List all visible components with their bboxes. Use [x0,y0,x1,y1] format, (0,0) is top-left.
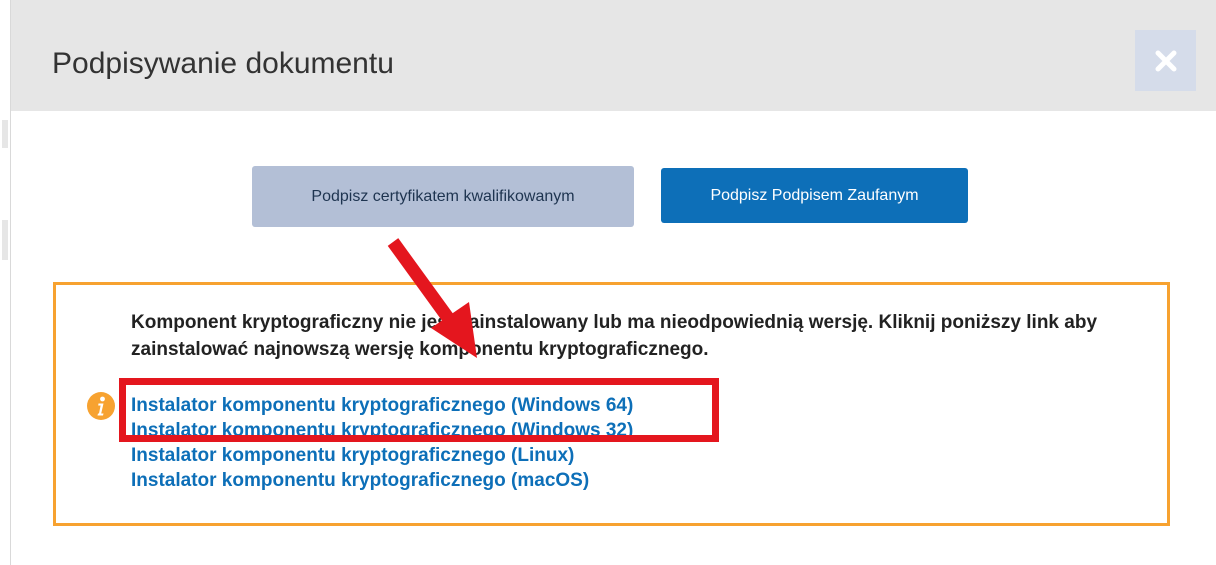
installer-link-linux[interactable]: Instalator komponentu kryptograficznego … [131,443,633,468]
dialog-title: Podpisywanie dokumentu [52,47,394,80]
notice-message: Komponent kryptograficzny nie jest zains… [131,312,1098,360]
installer-links: Instalator komponentu kryptograficznego … [131,393,633,493]
dialog-header: Podpisywanie dokumentu [11,0,1216,111]
close-button[interactable] [1135,30,1196,91]
crypto-component-notice: Komponent kryptograficzny nie jest zains… [53,282,1170,526]
background-mark [2,220,8,260]
close-icon [1155,50,1176,71]
sign-with-qualified-certificate-button[interactable]: Podpisz certyfikatem kwalifikowanym [252,166,634,227]
installer-link-windows-64[interactable]: Instalator komponentu kryptograficznego … [131,393,633,418]
installer-link-windows-32[interactable]: Instalator komponentu kryptograficznego … [131,418,633,443]
page: Podpisywanie dokumentu Podpisz certyfika… [0,0,1216,565]
background-page-edge [0,0,11,565]
sign-with-trusted-profile-button[interactable]: Podpisz Podpisem Zaufanym [661,168,968,223]
background-mark [2,120,8,148]
info-icon [87,392,115,420]
sign-document-dialog: Podpisywanie dokumentu Podpisz certyfika… [11,0,1216,565]
installer-link-macos[interactable]: Instalator komponentu kryptograficznego … [131,468,633,493]
